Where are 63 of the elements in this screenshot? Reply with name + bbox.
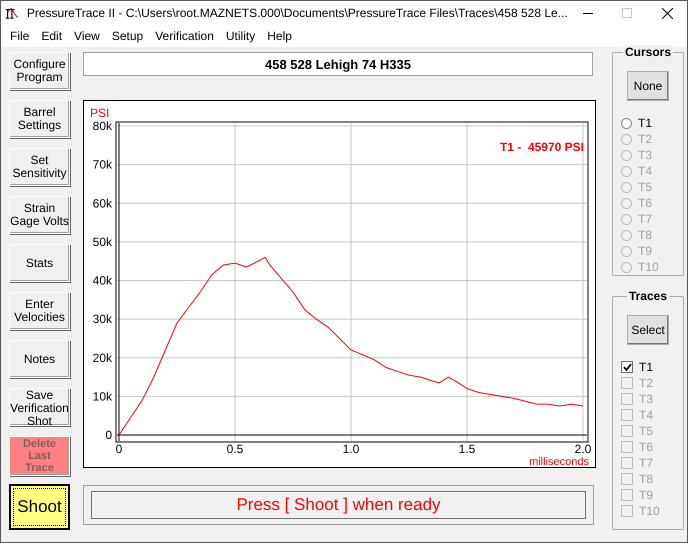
tick-label: 0: [116, 442, 122, 456]
menu-item[interactable]: Edit: [35, 29, 68, 43]
radio-label: T2: [638, 132, 652, 146]
radio-label: T10: [638, 260, 659, 274]
tick-label: 30k: [92, 312, 112, 326]
tick-label: 20k: [92, 350, 112, 365]
side-button[interactable]: Enter Velocities: [9, 292, 70, 330]
app-icon: [5, 5, 19, 21]
checkbox-label: T10: [639, 504, 660, 518]
checkbox-label: T1: [639, 360, 654, 374]
group-title: Traces: [626, 289, 670, 303]
checkbox-label: T8: [639, 472, 654, 486]
side-button[interactable]: Strain Gage Volts: [9, 196, 70, 234]
checkbox-label: T5: [639, 424, 654, 438]
side-button[interactable]: Configure Program: [9, 52, 70, 90]
checkbox-label: T2: [639, 376, 654, 390]
menu-item[interactable]: Setup: [106, 29, 150, 43]
side-button[interactable]: Save Verification Shot: [9, 388, 70, 426]
shoot-button[interactable]: Shoot: [9, 484, 70, 530]
radio-label: T9: [638, 244, 652, 258]
select-button[interactable]: Select: [627, 315, 669, 345]
radio-label: T8: [638, 228, 652, 242]
tick-label: 80k: [92, 119, 112, 133]
checkbox-label: T4: [639, 408, 654, 422]
cursor-readout: T1 - 45970 PSI: [500, 140, 584, 154]
radio-label: T5: [638, 180, 652, 194]
checkbox[interactable]: [621, 361, 633, 373]
radio-label: T6: [638, 196, 652, 210]
menu-item[interactable]: View: [68, 29, 106, 43]
tick-label: 70k: [92, 158, 112, 172]
tick-label: 10k: [92, 389, 112, 404]
tick-label: 0: [105, 428, 112, 442]
axis-label: milliseconds: [529, 456, 589, 467]
window-title: PressureTrace II - C:\Users\root.MAZNETS.000\Documents\PressureTrace Files\Traces\458 528 Le...: [26, 6, 568, 20]
menu-item[interactable]: Help: [261, 29, 298, 43]
tick-label: 40k: [92, 274, 112, 288]
checkbox-label: T6: [639, 440, 654, 454]
side-button[interactable]: Notes: [9, 340, 70, 378]
tick-label: 2.0: [574, 442, 592, 456]
menu-item[interactable]: Verification: [149, 29, 220, 43]
checkbox-label: T3: [639, 392, 654, 406]
radio-label: T7: [638, 212, 652, 226]
tick-label: 1.5: [458, 442, 476, 456]
radio-label: T3: [638, 148, 652, 162]
tick-label: 0.5: [226, 442, 244, 456]
trace-title: 458 528 Lehigh 74 H335: [83, 52, 593, 76]
checkbox-label: T7: [639, 456, 654, 470]
radio-label: T4: [638, 164, 652, 178]
checkbox-label: T9: [639, 488, 654, 502]
axis-label: PSI: [90, 106, 110, 120]
menu-item[interactable]: File: [4, 29, 36, 43]
side-button[interactable]: Stats: [9, 244, 70, 282]
radio-label: T1: [638, 116, 652, 130]
tick-label: 50k: [92, 234, 112, 249]
side-button[interactable]: Set Sensitivity: [9, 148, 70, 186]
tick-label: 1.0: [342, 442, 360, 456]
group-title: Cursors: [622, 45, 673, 59]
status-message: Press [ Shoot ] when ready: [91, 491, 586, 519]
radio-button[interactable]: [621, 118, 632, 128]
tick-label: 60k: [92, 196, 112, 210]
menu-item[interactable]: Utility: [220, 29, 262, 43]
none-button[interactable]: None: [627, 71, 669, 101]
side-button[interactable]: Barrel Settings: [9, 100, 70, 138]
